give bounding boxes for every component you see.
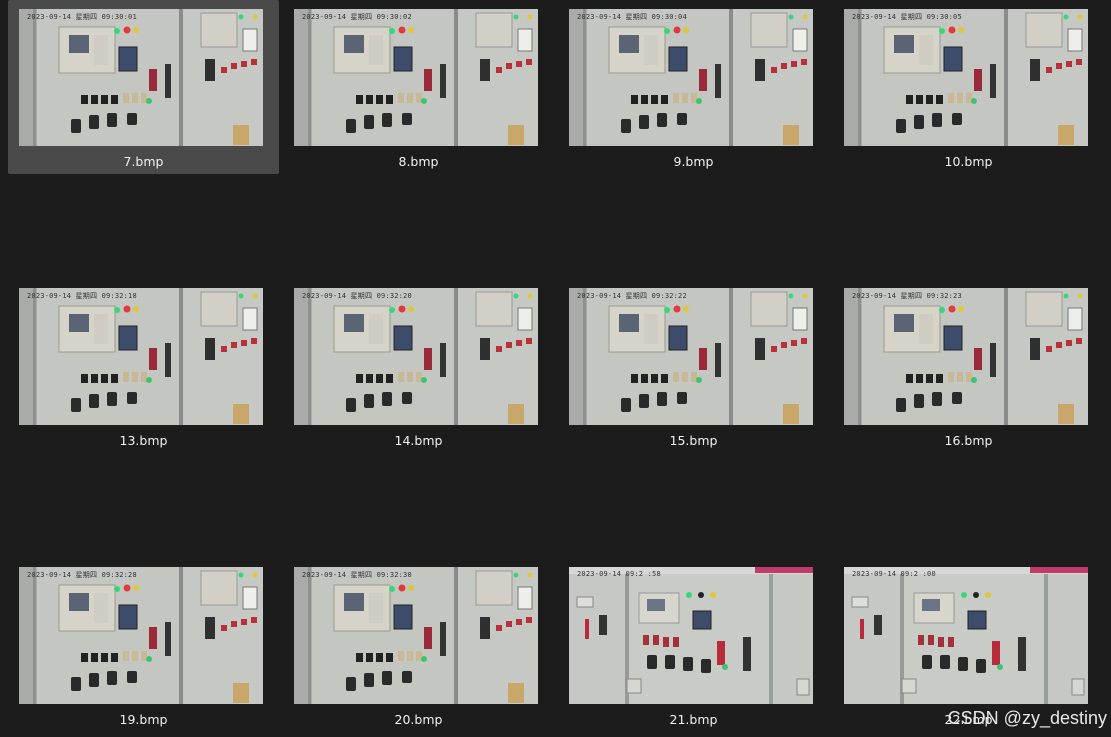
file-thumbnail[interactable]: 2023-09-14 星期四 09:32:18 [19, 288, 263, 425]
file-name[interactable]: 16.bmp [833, 433, 1104, 448]
file-tile[interactable]: 2023-09-14 星期四 09:30:02 8.bmp [283, 9, 554, 174]
file-tile[interactable]: 2023-09-14 星期四 09:32:18 13.bmp [8, 288, 279, 453]
file-name[interactable]: 7.bmp [8, 154, 279, 169]
file-tile[interactable]: 2023-09-14 星期四 09:32:20 14.bmp [283, 288, 554, 453]
file-tile[interactable]: 2023-09-14 星期四 09:32:22 15.bmp [558, 288, 829, 453]
thumbnail-timestamp: 2023-09-14 星期四 09:30:02 [302, 13, 412, 21]
file-tile[interactable]: 2023-09-14 星期四 09:30:04 9.bmp [558, 9, 829, 174]
file-name[interactable]: 20.bmp [283, 712, 554, 727]
thumbnail-timestamp: 2023-09-14 09:2 :00 [852, 570, 936, 578]
file-name[interactable]: 9.bmp [558, 154, 829, 169]
thumbnail-timestamp: 2023-09-14 星期四 09:32:23 [852, 292, 962, 300]
file-thumbnail[interactable]: 2023-09-14 星期四 09:30:02 [294, 9, 538, 146]
thumbnail-timestamp: 2023-09-14 星期四 09:32:18 [27, 292, 137, 300]
file-name[interactable]: 14.bmp [283, 433, 554, 448]
file-tile[interactable]: 2023-09-14 星期四 09:32:28 19.bmp [8, 567, 279, 732]
file-name[interactable]: 8.bmp [283, 154, 554, 169]
file-thumbnail[interactable]: 2023-09-14 星期四 09:30:01 [19, 9, 263, 146]
file-thumbnail[interactable]: 2023-09-14 星期四 09:32:30 [294, 567, 538, 704]
thumbnail-timestamp: 2023-09-14 星期四 09:32:20 [302, 292, 412, 300]
file-name[interactable]: 13.bmp [8, 433, 279, 448]
file-name[interactable]: 10.bmp [833, 154, 1104, 169]
thumbnail-timestamp: 2023-09-14 星期四 09:30:04 [577, 13, 687, 21]
file-tile[interactable]: 2023-09-14 星期四 09:32:23 16.bmp [833, 288, 1104, 453]
thumbnail-timestamp: 2023-09-14 星期四 09:32:30 [302, 571, 412, 579]
file-thumbnail[interactable]: 2023-09-14 星期四 09:30:05 [844, 9, 1088, 146]
watermark: CSDN @zy_destiny [947, 708, 1107, 728]
file-name[interactable]: 21.bmp [558, 712, 829, 727]
file-name[interactable]: 15.bmp [558, 433, 829, 448]
file-thumbnail[interactable]: 2023-09-14 星期四 09:32:22 [569, 288, 813, 425]
file-thumbnail[interactable]: 2023-09-14 星期四 09:30:04 [569, 9, 813, 146]
file-thumbnail[interactable]: 2023-09-14 星期四 09:32:28 [19, 567, 263, 704]
file-tile[interactable]: 2023-09-14 09:2 :58 21.bmp [558, 567, 829, 732]
thumbnail-timestamp: 2023-09-14 星期四 09:32:28 [27, 571, 137, 579]
file-tile[interactable]: 2023-09-14 星期四 09:30:01 7.bmp [8, 0, 279, 174]
file-thumbnail[interactable]: 2023-09-14 09:2 :58 [569, 567, 813, 704]
thumbnail-timestamp: 2023-09-14 星期四 09:30:01 [27, 13, 137, 21]
thumbnail-timestamp: 2023-09-14 09:2 :58 [577, 570, 661, 578]
file-thumbnail[interactable]: 2023-09-14 09:2 :00 [844, 567, 1088, 704]
file-tile[interactable]: 2023-09-14 星期四 09:30:05 10.bmp [833, 9, 1104, 174]
thumbnail-timestamp: 2023-09-14 星期四 09:32:22 [577, 292, 687, 300]
file-tile[interactable]: 2023-09-14 星期四 09:32:30 20.bmp [283, 567, 554, 732]
file-thumbnail[interactable]: 2023-09-14 星期四 09:32:23 [844, 288, 1088, 425]
thumbnail-timestamp: 2023-09-14 星期四 09:30:05 [852, 13, 962, 21]
file-thumbnail[interactable]: 2023-09-14 星期四 09:32:20 [294, 288, 538, 425]
file-name[interactable]: 19.bmp [8, 712, 279, 727]
